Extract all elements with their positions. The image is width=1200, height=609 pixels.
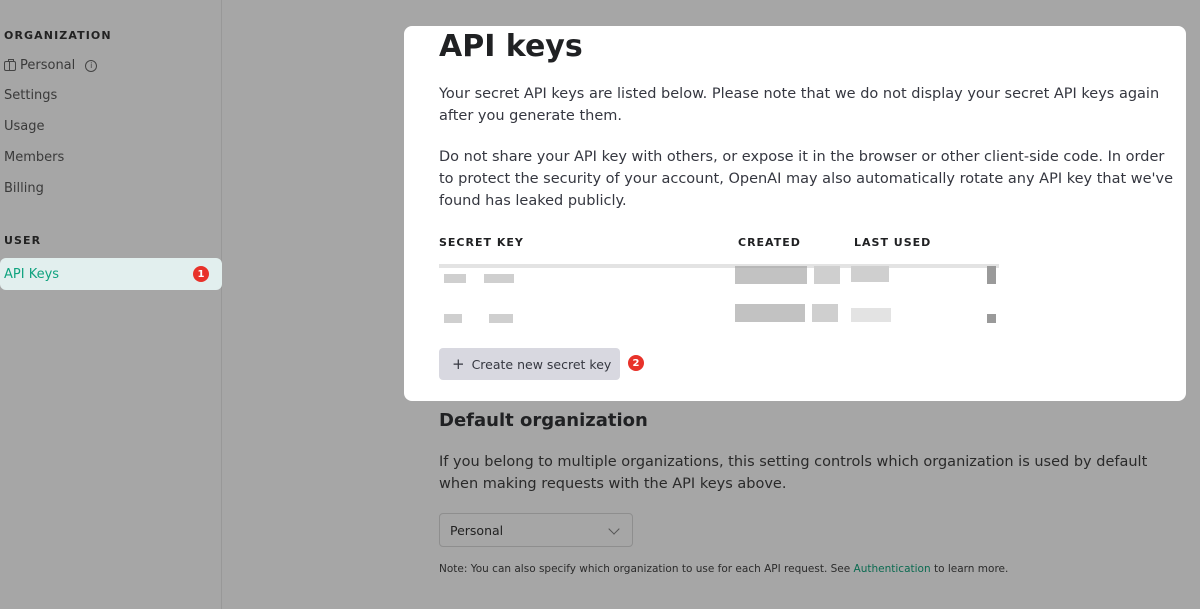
- default-organization-title: Default organization: [439, 410, 648, 431]
- redacted-secret-key: [444, 314, 462, 323]
- redacted-created: [735, 266, 807, 284]
- sidebar-item-api-keys[interactable]: API Keys 1: [0, 258, 222, 290]
- redacted-last-used: [851, 266, 889, 282]
- note-text: to learn more.: [930, 563, 1009, 575]
- organization-select[interactable]: Personal: [439, 513, 633, 547]
- column-header-last-used: LAST USED: [854, 236, 932, 249]
- note-text: Note: You can also specify which organiz…: [439, 563, 854, 575]
- sidebar-item-settings[interactable]: Settings: [4, 88, 57, 103]
- chevron-down-icon: [608, 523, 620, 535]
- redacted-secret-key: [444, 274, 466, 283]
- briefcase-icon: [4, 58, 16, 71]
- redacted-secret-key: [489, 314, 513, 323]
- sidebar-item-label: API Keys: [4, 266, 60, 282]
- redacted-created: [735, 304, 805, 322]
- organization-note: Note: You can also specify which organiz…: [439, 563, 1008, 575]
- sidebar-item-label: Personal: [20, 58, 76, 73]
- organization-select-value: Personal: [450, 522, 504, 538]
- redacted-menu[interactable]: [987, 266, 996, 284]
- sidebar-item-personal[interactable]: Personal i: [4, 58, 98, 73]
- plus-icon: +: [452, 354, 465, 373]
- column-header-created: CREATED: [738, 236, 801, 249]
- api-keys-card: API keys Your secret API keys are listed…: [404, 26, 1186, 401]
- user-heading: USER: [4, 234, 42, 247]
- sidebar: ORGANIZATION Personal i Settings Usage M…: [0, 0, 222, 609]
- authentication-link[interactable]: Authentication: [854, 563, 931, 575]
- warning-text: Do not share your API key with others, o…: [439, 149, 1174, 209]
- redacted-created: [814, 266, 840, 284]
- redacted-menu[interactable]: [987, 314, 996, 323]
- info-icon[interactable]: i: [85, 59, 98, 72]
- column-header-secret-key: SECRET KEY: [439, 236, 524, 249]
- sidebar-item-billing[interactable]: Billing: [4, 181, 44, 196]
- sidebar-item-members[interactable]: Members: [4, 150, 64, 165]
- organization-heading: ORGANIZATION: [4, 29, 112, 42]
- create-button-label: Create new secret key: [471, 356, 612, 372]
- sidebar-item-usage[interactable]: Usage: [4, 119, 45, 134]
- intro-text: Your secret API keys are listed below. P…: [439, 86, 1160, 124]
- create-new-secret-key-button[interactable]: + Create new secret key: [439, 348, 620, 380]
- page-title: API keys: [439, 29, 583, 64]
- step-badge: 1: [193, 266, 209, 282]
- redacted-created: [812, 304, 838, 322]
- redacted-last-used: [851, 308, 891, 322]
- redacted-secret-key: [484, 274, 514, 283]
- default-organization-description: If you belong to multiple organizations,…: [439, 454, 1148, 492]
- redacted-line: [439, 264, 999, 268]
- step-badge: 2: [628, 355, 644, 371]
